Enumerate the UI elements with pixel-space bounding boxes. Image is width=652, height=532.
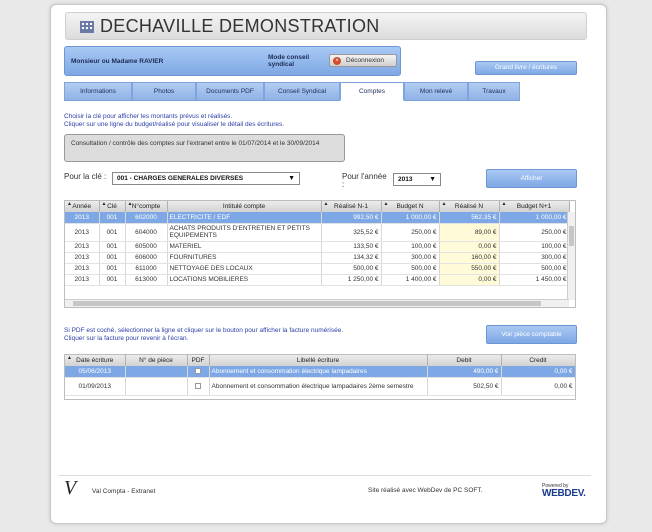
table-row[interactable]: 2013 001 611000 NETTOYAGE DES LOCAUX 500…: [65, 263, 570, 275]
column-header-realise-n-1[interactable]: ▲ Réalisé N-1: [321, 201, 382, 212]
column-header-piece[interactable]: N° de pièce: [125, 355, 188, 366]
column-header-intitule[interactable]: Intitulé compte: [167, 201, 322, 212]
tab-photos[interactable]: Photos: [132, 82, 196, 101]
column-header-budget-n-1[interactable]: ▲ Budget N+1: [499, 201, 570, 212]
chevron-down-icon: ▼: [429, 176, 436, 183]
column-header-cle[interactable]: ▲ Clé: [99, 201, 126, 212]
sort-icon: ▲: [323, 201, 329, 207]
voir-piece-button[interactable]: Voir pièce comptable: [486, 325, 577, 344]
table-row[interactable]: 2013 001 606000 FOURNITURES 134,32 € 300…: [65, 252, 570, 264]
sort-icon: ▲: [127, 201, 133, 207]
consultation-notice: Consultation / contrôle des comptes sur …: [64, 134, 345, 162]
close-icon: ×: [333, 57, 341, 65]
pdf-checkbox[interactable]: [195, 368, 201, 375]
table-row[interactable]: 2013 001 605000 MATERIEL 133,50 € 100,00…: [65, 241, 570, 253]
column-header-annee[interactable]: ▲ Année: [65, 201, 100, 212]
webdev-brand: WEBDEV.: [542, 488, 586, 499]
table-row[interactable]: 2013 001 604000 ACHATS PRODUITS D'ENTRET…: [65, 223, 570, 242]
user-name: Monsieur ou Madame RAVIER: [71, 58, 164, 65]
cle-select-value: 001 - CHARGES GENERALES DIVERSES: [117, 175, 244, 182]
logout-label: Déconnexion: [346, 57, 384, 64]
tab-documents-pdf[interactable]: Documents PDF: [196, 82, 264, 101]
column-header-debit[interactable]: Debit: [427, 355, 502, 366]
logout-button[interactable]: × Déconnexion: [329, 54, 397, 67]
sort-icon: ▲: [441, 201, 447, 207]
pdf-instructions-line-2: Cliquer sur la facture pour revenir à l'…: [64, 335, 189, 342]
cle-label: Pour la clé :: [64, 172, 107, 181]
building-icon: [80, 21, 94, 33]
table-row[interactable]: 2013 001 613000 LOCATIONS MOBILIERES 1 2…: [65, 274, 570, 286]
annee-select-value: 2013: [398, 176, 413, 183]
instructions-line-2: Cliquer sur une ligne du budget/réalisé …: [64, 121, 285, 128]
mode-label: Mode conseil syndical: [268, 54, 309, 68]
tab-comptes[interactable]: Comptes: [340, 82, 404, 101]
tab-mon-releve[interactable]: Mon relevé: [404, 82, 468, 101]
sort-icon: ▲: [383, 201, 389, 207]
scrollbar-thumb[interactable]: [569, 226, 574, 246]
page-title: DECHAVILLE DEMONSTRATION: [100, 16, 380, 36]
pdf-instructions-line-1: Si PDF est coché, sélectionner la ligne …: [64, 327, 344, 334]
column-header-libelle[interactable]: Libellé écriture: [209, 355, 428, 366]
budget-grid: ▲ Année ▲ Clé ▲ N°compte Intitulé compte ▲ R…: [64, 200, 576, 308]
tab-travaux[interactable]: Travaux: [468, 82, 520, 101]
column-header-date[interactable]: ▲ Date écriture: [65, 355, 126, 366]
footer-divider: [58, 475, 591, 476]
budget-header-row: ▲ Année ▲ Clé ▲ N°compte Intitulé compte ▲ R…: [65, 201, 570, 212]
table-row[interactable]: 05/06/2013 Abonnement et consommation él…: [65, 366, 575, 378]
sort-icon: ▲: [101, 201, 107, 207]
webdev-logo[interactable]: Powered by WEBDEV.: [542, 484, 586, 499]
user-bar: Monsieur ou Madame RAVIER Mode conseil s…: [64, 46, 401, 76]
annee-colon: :: [342, 180, 345, 189]
footer-app-name: Val Compta - Extranet: [92, 488, 156, 495]
column-header-realise-n[interactable]: ▲ Réalisé N: [439, 201, 500, 212]
tab-conseil-syndical[interactable]: Conseil Syndical: [264, 82, 340, 101]
sort-icon: ▲: [501, 201, 507, 207]
instructions-line-1: Choisir la clé pour afficher les montant…: [64, 113, 233, 120]
title-bar: DECHAVILLE DEMONSTRATION: [65, 12, 587, 40]
column-header-credit[interactable]: Credit: [501, 355, 575, 366]
instructions: Choisir la clé pour afficher les montant…: [64, 113, 284, 129]
footer-credit: Site réalisé avec WebDev de PC SOFT.: [368, 487, 483, 494]
pdf-checkbox[interactable]: [195, 382, 201, 389]
ecritures-grid: ▲ Date écriture N° de pièce PDF Libellé é…: [64, 354, 576, 400]
tab-informations[interactable]: Informations: [64, 82, 132, 101]
mode-line-1: Mode conseil: [268, 54, 310, 61]
pdf-instructions: Si PDF est coché, sélectionner la ligne …: [64, 327, 343, 343]
column-header-ncompte[interactable]: ▲ N°compte: [125, 201, 168, 212]
table-row[interactable]: 2013 001 602000 ELECTRICITE / EDF 992,50…: [65, 212, 570, 224]
table-row[interactable]: 01/09/2013 Abonnement et consommation él…: [65, 377, 575, 396]
annee-label: Pour l'année: [342, 172, 387, 181]
vertical-scrollbar[interactable]: [567, 212, 575, 300]
cle-select[interactable]: 001 - CHARGES GENERALES DIVERSES ▼: [112, 172, 300, 185]
sort-icon: ▲: [67, 355, 72, 361]
afficher-button[interactable]: Afficher: [486, 169, 577, 188]
grand-livre-button[interactable]: Grand livre / écritures: [475, 61, 577, 75]
valcompta-logo: V: [64, 477, 77, 499]
scrollbar-thumb[interactable]: [73, 301, 541, 306]
column-header-budget-n[interactable]: ▲ Budget N: [381, 201, 440, 212]
annee-select[interactable]: 2013 ▼: [393, 173, 441, 186]
chevron-down-icon: ▼: [288, 175, 295, 182]
sort-icon: ▲: [67, 201, 72, 207]
mode-line-2: syndical: [268, 61, 295, 68]
ecritures-header-row: ▲ Date écriture N° de pièce PDF Libellé é…: [65, 355, 575, 366]
horizontal-scrollbar[interactable]: [65, 299, 569, 307]
column-header-pdf[interactable]: PDF: [187, 355, 210, 366]
